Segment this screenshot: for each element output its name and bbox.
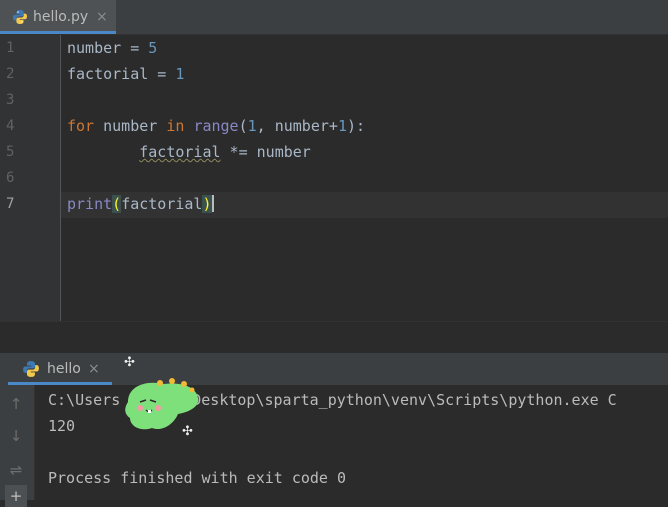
- scroll-down-icon[interactable]: ↓: [5, 425, 27, 447]
- run-tab-hello[interactable]: hello ×: [0, 353, 112, 385]
- code-editor[interactable]: 1 2 3 4 5 6 7 number = 5 factorial = 1 f…: [0, 35, 668, 321]
- token-paren: (: [238, 117, 248, 135]
- run-tab-label: hello: [47, 361, 81, 377]
- token-number: 1: [337, 117, 347, 135]
- python-file-icon: [13, 10, 27, 24]
- token-paren: ):: [346, 117, 366, 135]
- line-number: 3: [6, 92, 15, 108]
- run-tab-bar: hello ×: [0, 353, 668, 385]
- token-variable: factorial: [121, 195, 203, 213]
- line-number: 6: [6, 170, 15, 186]
- code-line-2[interactable]: factorial = 1: [67, 61, 184, 87]
- close-icon[interactable]: ×: [88, 361, 100, 377]
- token-number: 1: [175, 65, 185, 83]
- editor-bottom-area: [0, 321, 668, 354]
- token-paren-matched: (: [112, 195, 122, 213]
- text-caret: [211, 195, 214, 212]
- token-variable: factorial: [67, 65, 149, 83]
- code-line-4[interactable]: for number in range(1, number+1):: [67, 113, 365, 139]
- sparkle-icon: ✣: [124, 355, 135, 370]
- line-number: 4: [6, 118, 15, 134]
- token-builtin-range: range: [193, 117, 239, 135]
- editor-tab-label: hello.py: [33, 9, 89, 25]
- active-tab-indicator: [0, 31, 116, 34]
- pin-tab-icon[interactable]: +: [5, 485, 27, 507]
- line-number: 1: [6, 40, 15, 56]
- line-number-gutter: 1 2 3 4 5 6 7: [0, 35, 61, 321]
- code-line-1[interactable]: number = 5: [67, 35, 157, 61]
- token-variable: number: [67, 39, 122, 57]
- console-exit-message: Process finished with exit code 0: [48, 469, 347, 487]
- token-number: 1: [247, 117, 257, 135]
- token-text: *= number: [220, 143, 311, 161]
- token-operator: =: [121, 39, 149, 57]
- code-line-7[interactable]: print(factorial): [67, 191, 214, 217]
- line-number-active: 7: [6, 196, 15, 212]
- token-variable-warning: factorial: [139, 143, 221, 161]
- editor-tab-bar: hello.py ×: [0, 0, 668, 35]
- token-operator: =: [148, 65, 176, 83]
- line-number: 5: [6, 144, 15, 160]
- close-icon[interactable]: ×: [96, 9, 108, 25]
- sparkle-icon: ✣: [182, 424, 193, 439]
- soft-wrap-icon[interactable]: ⇌: [5, 459, 27, 481]
- python-run-icon: [23, 361, 39, 377]
- line-number: 2: [6, 66, 15, 82]
- token-text: , number+: [256, 117, 338, 135]
- token-builtin-print: print: [67, 195, 113, 213]
- console-output-line: 120: [48, 417, 76, 435]
- editor-tab-hello-py[interactable]: hello.py ×: [0, 0, 116, 34]
- console-command-start: C:\Users: [48, 391, 121, 409]
- token-paren-matched: ): [202, 195, 212, 213]
- scroll-up-icon[interactable]: ↑: [5, 393, 27, 415]
- code-line-5[interactable]: factorial *= number: [67, 139, 311, 165]
- token-number: 5: [148, 39, 158, 57]
- token-keyword-in: in: [166, 117, 185, 135]
- run-toolbar: ↑ ↓ ⇌ +: [0, 385, 35, 507]
- console-command-rest: Desktop\sparta_python\venv\Scripts\pytho…: [192, 391, 617, 409]
- token-text: number: [94, 117, 167, 135]
- token-keyword-for: for: [67, 117, 95, 135]
